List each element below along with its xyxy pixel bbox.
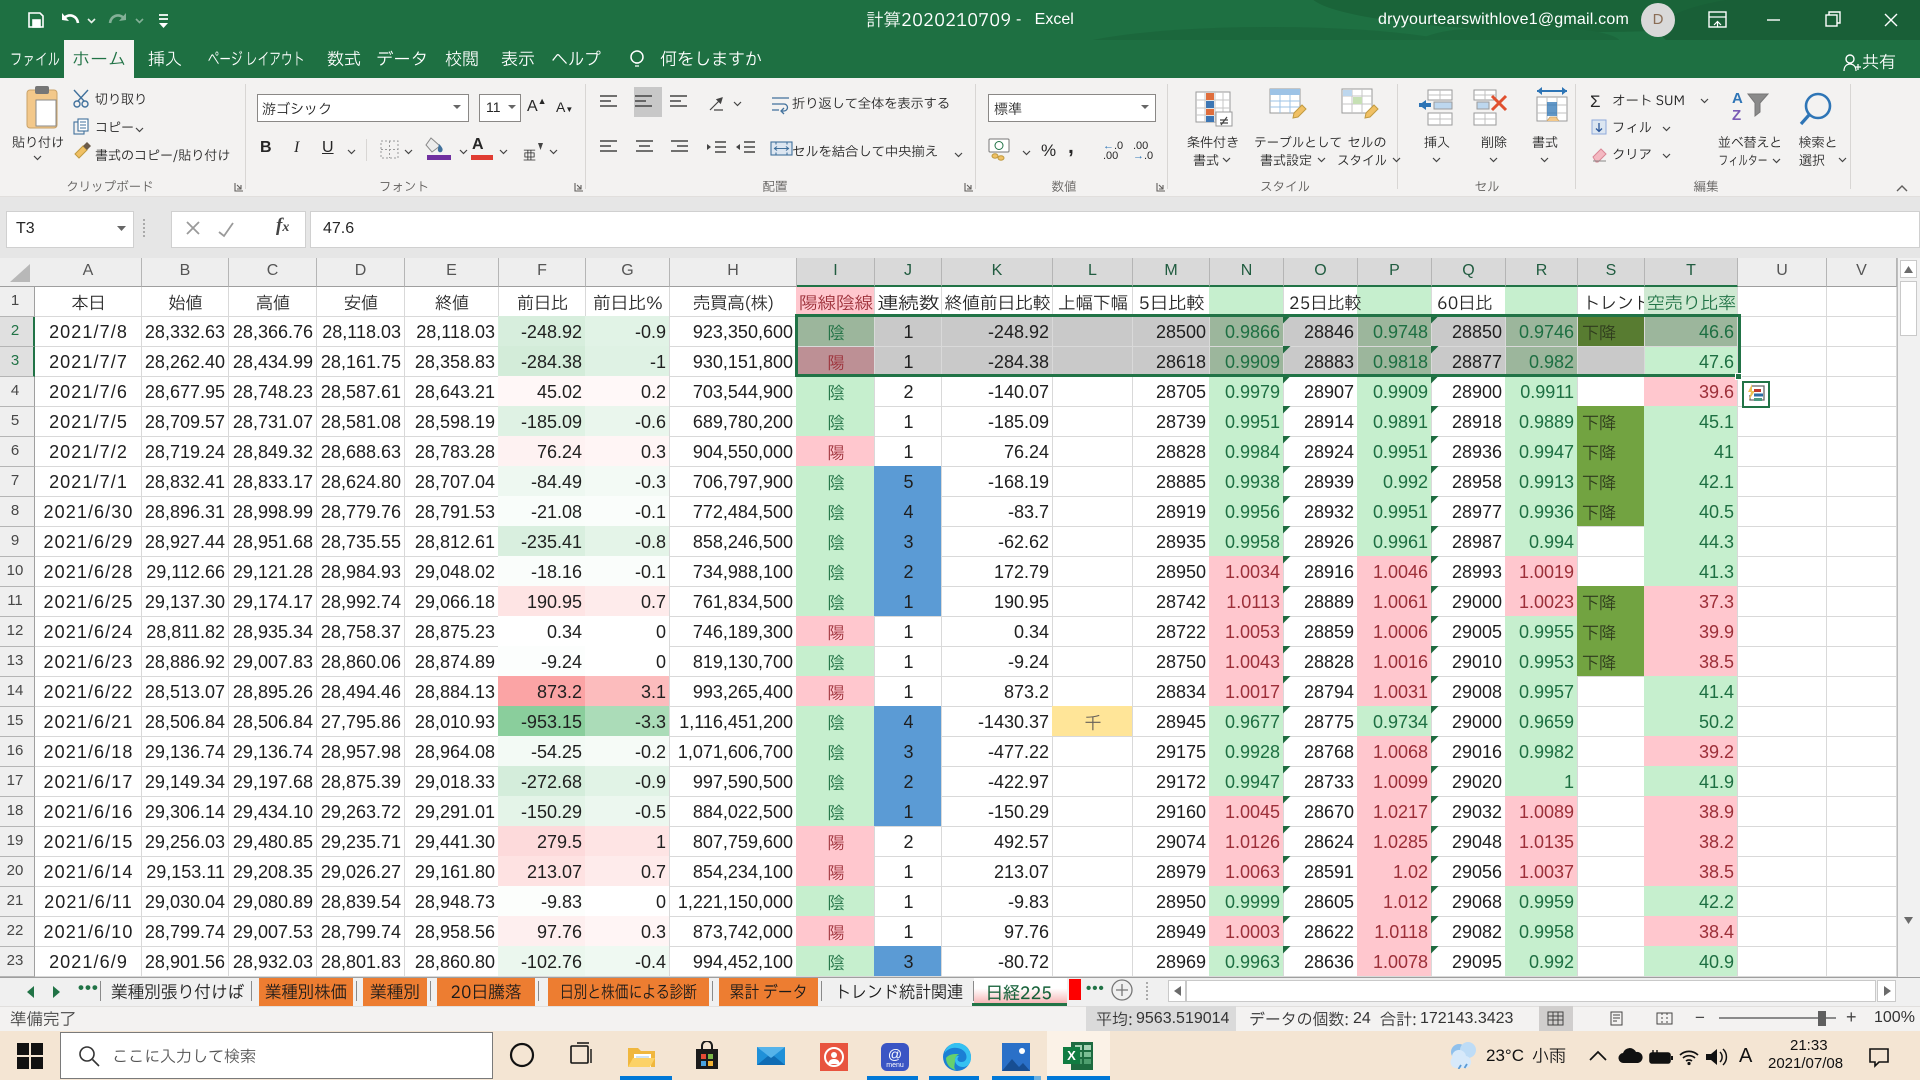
svg-text:@: @ (888, 1046, 902, 1062)
svg-text:menu: menu (886, 1062, 904, 1069)
svg-text:X: X (1067, 1048, 1076, 1063)
svg-text:A: A (1732, 90, 1743, 107)
svg-text:Z: Z (1732, 107, 1741, 124)
